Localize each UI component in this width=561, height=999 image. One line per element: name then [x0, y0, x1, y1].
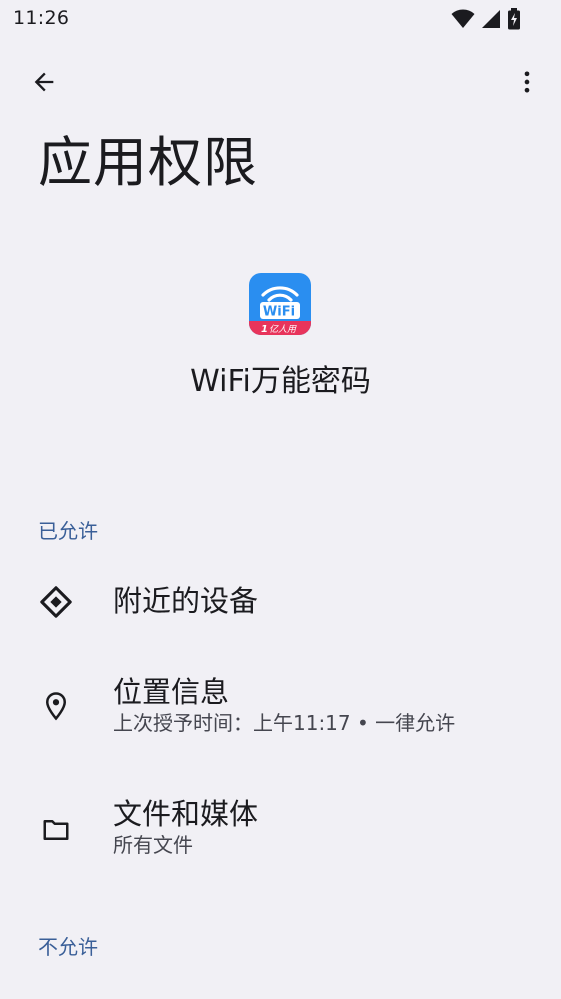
cellular-signal-icon: [481, 9, 501, 33]
back-button[interactable]: [22, 60, 66, 104]
status-bar: 11:26: [0, 0, 561, 38]
section-header-allowed: 已允许: [38, 519, 98, 543]
status-time: 11:26: [13, 7, 70, 29]
arrow-back-icon: [34, 72, 54, 92]
location-pin-icon: [36, 686, 76, 726]
app-name: WiFi万能密码: [190, 364, 371, 399]
permission-subtitle: 上次授予时间：上午11:17 • 一律允许: [113, 711, 456, 735]
permission-title: 附近的设备: [113, 584, 259, 618]
permission-subtitle: 所有文件: [113, 833, 193, 857]
top-app-bar: [0, 52, 561, 112]
app-icon: WiFi 1 亿人用: [249, 273, 311, 335]
folder-icon: [36, 810, 76, 850]
permission-item-nearby-devices[interactable]: 附近的设备: [0, 560, 561, 644]
wifi-icon: [451, 9, 475, 33]
svg-text:1: 1: [261, 324, 268, 335]
status-icons: [451, 8, 521, 34]
nearby-devices-icon: [36, 582, 76, 622]
page-title: 应用权限: [38, 131, 258, 194]
svg-text:WiFi: WiFi: [263, 305, 295, 320]
permission-title: 文件和媒体: [113, 797, 259, 831]
permission-item-location[interactable]: 位置信息 上次授予时间：上午11:17 • 一律允许: [0, 664, 561, 764]
app-permissions-screen: 11:26 应用权限 WiFi 1 亿人用 WiFi万能密码 已允许 附近的设备…: [0, 0, 561, 999]
svg-text:亿人用: 亿人用: [269, 324, 297, 335]
battery-charging-icon: [507, 8, 521, 34]
section-header-not-allowed: 不允许: [38, 935, 98, 959]
more-options-button[interactable]: [505, 60, 549, 104]
permission-item-files-media[interactable]: 文件和媒体 所有文件: [0, 784, 561, 884]
permission-title: 位置信息: [113, 675, 230, 709]
more-vert-icon: [524, 71, 530, 93]
